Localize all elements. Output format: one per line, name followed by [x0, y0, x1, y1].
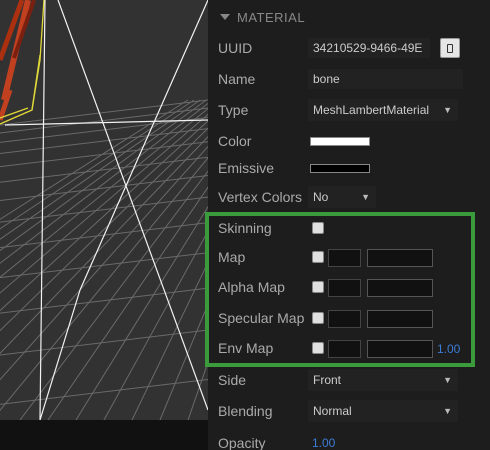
material-header-label: MATERIAL — [237, 9, 306, 25]
collapse-triangle-icon[interactable] — [220, 14, 230, 20]
highlight-box — [205, 212, 475, 367]
uuid-field[interactable]: 34210529-9466-49E — [308, 38, 430, 58]
blending-select-value: Normal — [313, 404, 352, 418]
material-section-header[interactable]: MATERIAL — [220, 8, 305, 26]
vertex-colors-label: Vertex Colors — [218, 189, 303, 205]
vertex-colors-value: No — [313, 190, 329, 204]
emissive-swatch[interactable] — [310, 164, 370, 173]
helper-lines — [4, 0, 208, 420]
opacity-number[interactable]: 1.00 — [312, 436, 335, 450]
name-label: Name — [218, 71, 256, 87]
viewport-footer — [0, 420, 208, 450]
opacity-label: Opacity — [218, 435, 266, 450]
side-label: Side — [218, 372, 247, 388]
side-select[interactable]: Front ▼ — [308, 369, 458, 391]
type-select-value: MeshLambertMaterial — [313, 103, 430, 117]
type-label: Type — [218, 102, 249, 118]
uuid-label: UUID — [218, 40, 253, 56]
name-input[interactable]: bone — [308, 69, 463, 89]
dropdown-arrow-icon: ▼ — [361, 192, 370, 202]
dropdown-arrow-icon: ▼ — [443, 375, 452, 385]
dropdown-arrow-icon: ▼ — [443, 406, 452, 416]
new-uuid-button[interactable] — [440, 38, 460, 58]
blending-label: Blending — [218, 403, 273, 419]
color-swatch[interactable] — [310, 137, 370, 146]
dropdown-arrow-icon: ▼ — [443, 105, 452, 115]
type-select[interactable]: MeshLambertMaterial ▼ — [308, 99, 458, 121]
vertex-colors-select[interactable]: No ▼ — [308, 186, 376, 208]
color-label: Color — [218, 133, 252, 149]
bone-mesh — [0, 0, 36, 121]
emissive-label: Emissive — [218, 160, 275, 176]
blending-select[interactable]: Normal ▼ — [308, 400, 458, 422]
3d-viewport[interactable] — [0, 0, 208, 420]
side-select-value: Front — [313, 373, 342, 387]
renew-icon — [447, 43, 453, 53]
viewport-scene — [0, 0, 208, 420]
